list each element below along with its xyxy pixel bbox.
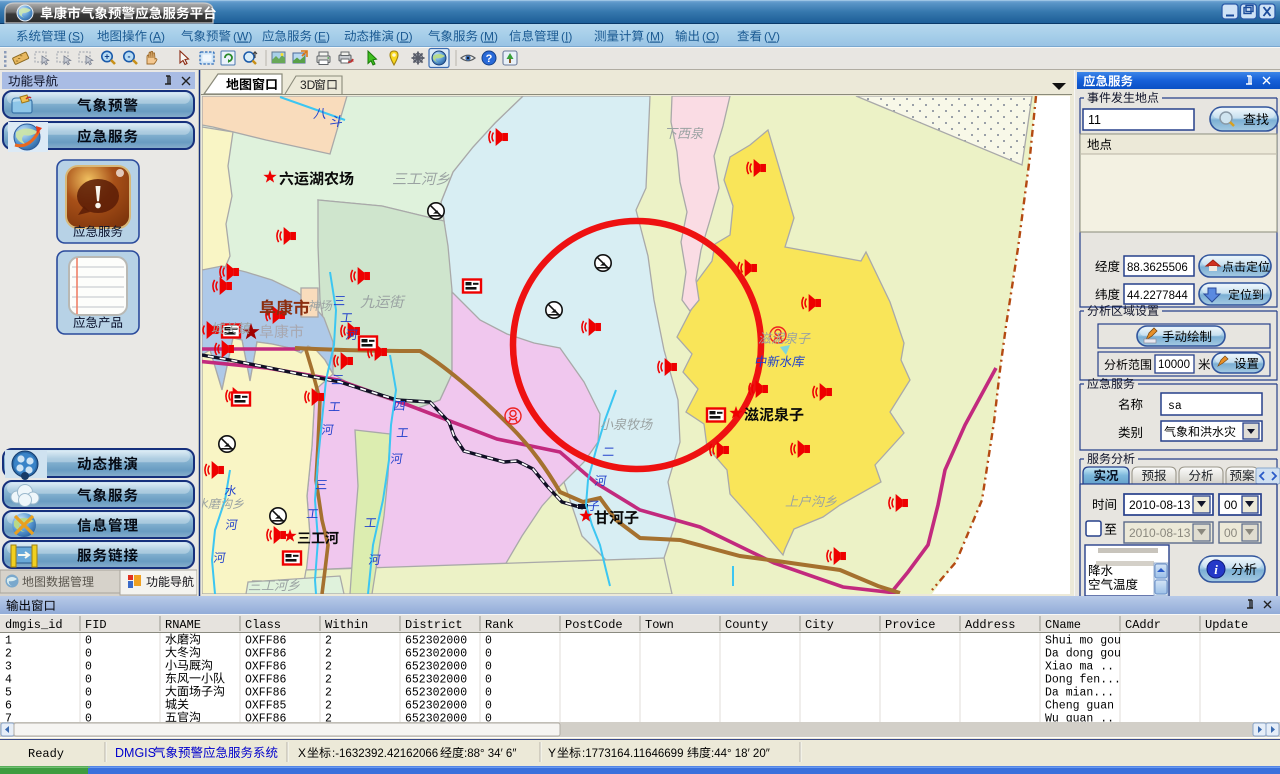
svg-text:0: 0 <box>485 635 492 648</box>
svg-text::44° 18′ 20″: :44° 18′ 20″ <box>711 748 770 760</box>
svg-text:Update: Update <box>1205 618 1248 632</box>
svg-text:00: 00 <box>1224 526 1238 540</box>
svg-text:(I): (I) <box>561 30 572 44</box>
svg-text::88° 34′ 6″: :88° 34′ 6″ <box>464 748 516 760</box>
svg-text:00: 00 <box>1224 498 1238 512</box>
svg-text:0: 0 <box>85 648 92 661</box>
svg-text:(D): (D) <box>396 30 413 44</box>
svg-text:FID: FID <box>85 618 107 632</box>
svg-text:Ready: Ready <box>28 747 64 761</box>
svg-text:4: 4 <box>5 674 12 687</box>
svg-text:sa: sa <box>1168 400 1182 413</box>
svg-text:3: 3 <box>5 661 12 674</box>
svg-text:3D: 3D <box>300 78 316 92</box>
svg-text:-: - <box>128 52 131 62</box>
svg-text:0: 0 <box>485 687 492 700</box>
svg-text:(M): (M) <box>646 30 664 44</box>
svg-text:Da dong gou: Da dong gou <box>1045 648 1121 661</box>
svg-text:!: ! <box>92 179 103 216</box>
svg-text:+: + <box>104 52 109 62</box>
svg-text:0: 0 <box>485 700 492 713</box>
svg-text:10000: 10000 <box>1158 359 1190 371</box>
svg-text:2: 2 <box>325 648 332 661</box>
svg-text:(V): (V) <box>764 30 780 44</box>
svg-text:652302000: 652302000 <box>405 635 467 648</box>
svg-text:?: ? <box>486 53 493 65</box>
svg-text:OXFF86: OXFF86 <box>245 648 287 661</box>
svg-text:0: 0 <box>85 687 92 700</box>
svg-text:County: County <box>725 618 768 632</box>
svg-text:0: 0 <box>485 661 492 674</box>
svg-text:2: 2 <box>325 674 332 687</box>
svg-text:(M): (M) <box>480 30 498 44</box>
svg-text:2010-08-13: 2010-08-13 <box>1129 498 1191 512</box>
svg-text:Dong fen...: Dong fen... <box>1045 674 1121 687</box>
svg-text::1773164.11646699: :1773164.11646699 <box>582 748 683 760</box>
svg-text::-1632392.42162066: :-1632392.42162066 <box>332 748 438 760</box>
svg-text:0: 0 <box>85 661 92 674</box>
svg-text:Da mian...: Da mian... <box>1045 687 1114 700</box>
svg-text:Class: Class <box>245 618 281 632</box>
svg-text:(E): (E) <box>314 30 330 44</box>
svg-text:PostCode: PostCode <box>565 618 623 632</box>
svg-text:X: X <box>298 746 306 760</box>
svg-text:2010-08-13: 2010-08-13 <box>1129 526 1191 540</box>
svg-text:Within: Within <box>325 618 368 632</box>
svg-text:Rank: Rank <box>485 618 514 632</box>
svg-text:11: 11 <box>1088 113 1101 127</box>
svg-text:0: 0 <box>85 700 92 713</box>
svg-text:2: 2 <box>325 661 332 674</box>
svg-text:Cheng guan: Cheng guan <box>1045 700 1114 713</box>
svg-text:6: 6 <box>5 700 12 713</box>
svg-text:OXFF86: OXFF86 <box>245 674 287 687</box>
svg-text:District: District <box>405 618 463 632</box>
svg-text:Xiao ma ..: Xiao ma .. <box>1045 661 1114 674</box>
svg-text:(S): (S) <box>68 30 84 44</box>
svg-text:(A): (A) <box>149 30 165 44</box>
svg-text:2: 2 <box>325 687 332 700</box>
svg-text:88.3625506: 88.3625506 <box>1127 262 1188 274</box>
svg-text:CName: CName <box>1045 618 1081 632</box>
svg-text:RNAME: RNAME <box>165 618 201 632</box>
svg-text:Address: Address <box>965 618 1015 632</box>
svg-text:652302000: 652302000 <box>405 661 467 674</box>
svg-text:2: 2 <box>325 700 332 713</box>
svg-text:OXFF86: OXFF86 <box>245 661 287 674</box>
svg-text:5: 5 <box>5 687 12 700</box>
svg-text:City: City <box>805 618 834 632</box>
svg-text:CAddr: CAddr <box>1125 618 1161 632</box>
svg-text:Town: Town <box>645 618 674 632</box>
svg-text:OXFF86: OXFF86 <box>245 635 287 648</box>
svg-text:0: 0 <box>85 635 92 648</box>
svg-text:2: 2 <box>5 648 12 661</box>
svg-text:OXFF86: OXFF86 <box>245 687 287 700</box>
svg-text:DMGIS: DMGIS <box>115 746 156 760</box>
svg-text:Shui mo gou: Shui mo gou <box>1045 635 1121 648</box>
svg-text:652302000: 652302000 <box>405 700 467 713</box>
svg-text:0: 0 <box>485 648 492 661</box>
svg-text:1: 1 <box>5 635 12 648</box>
svg-text:652302000: 652302000 <box>405 687 467 700</box>
svg-text:Y: Y <box>548 746 556 760</box>
svg-text:i: i <box>1214 562 1218 577</box>
svg-text:2: 2 <box>325 635 332 648</box>
svg-text:dmgis_id: dmgis_id <box>5 618 63 632</box>
svg-text:Provice: Provice <box>885 618 935 632</box>
svg-text:OXFF85: OXFF85 <box>245 700 287 713</box>
svg-text:0: 0 <box>85 674 92 687</box>
svg-text:652302000: 652302000 <box>405 648 467 661</box>
svg-text:652302000: 652302000 <box>405 674 467 687</box>
svg-text:44.2277844: 44.2277844 <box>1127 290 1188 302</box>
svg-text:0: 0 <box>485 674 492 687</box>
svg-text:(O): (O) <box>702 30 719 44</box>
svg-text:(W): (W) <box>233 30 252 44</box>
